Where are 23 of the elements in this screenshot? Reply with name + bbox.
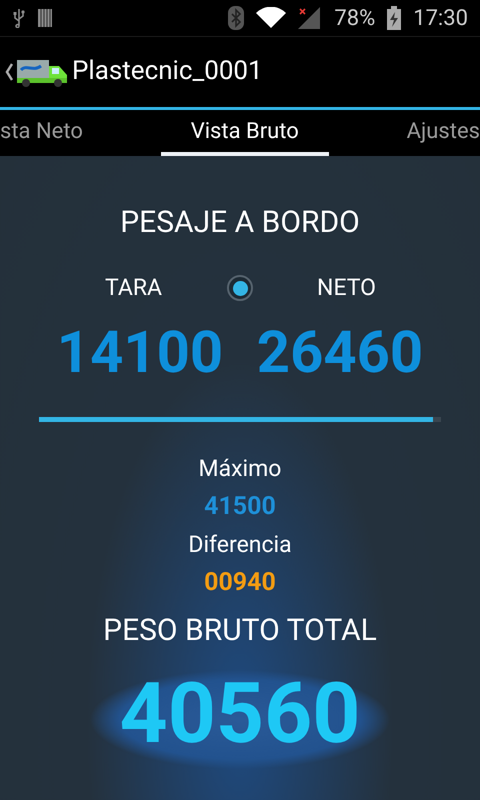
signal-icon <box>298 7 322 29</box>
stat-label: Máximo <box>198 454 282 484</box>
app-title: Plastecnic_0001 <box>72 55 263 88</box>
tab[interactable]: sta Neto <box>0 110 107 156</box>
bluetooth-icon <box>228 6 244 30</box>
stat-value: 41500 <box>204 490 276 522</box>
panel-title: PESAJE A BORDO <box>120 204 360 242</box>
tara-label: TARA <box>104 273 164 303</box>
tab[interactable]: Ajustes <box>382 110 480 156</box>
stat-label: Diferencia <box>188 530 292 560</box>
neto-value: 26460 <box>256 318 424 388</box>
clock: 17:30 <box>413 4 468 32</box>
total-label: PESO BRUTO TOTAL <box>103 612 377 650</box>
battery-percent: 78% <box>334 4 376 32</box>
neto-label: NETO <box>316 273 377 303</box>
stat-value: 00940 <box>204 566 276 598</box>
tara-neto-radio[interactable] <box>227 275 253 302</box>
usb-icon <box>12 8 26 28</box>
tara-value: 14100 <box>56 318 224 388</box>
wifi-icon <box>256 7 286 29</box>
battery-charging-icon <box>387 6 402 30</box>
sd-card-icon <box>38 9 52 27</box>
back-caret-icon <box>4 62 14 82</box>
